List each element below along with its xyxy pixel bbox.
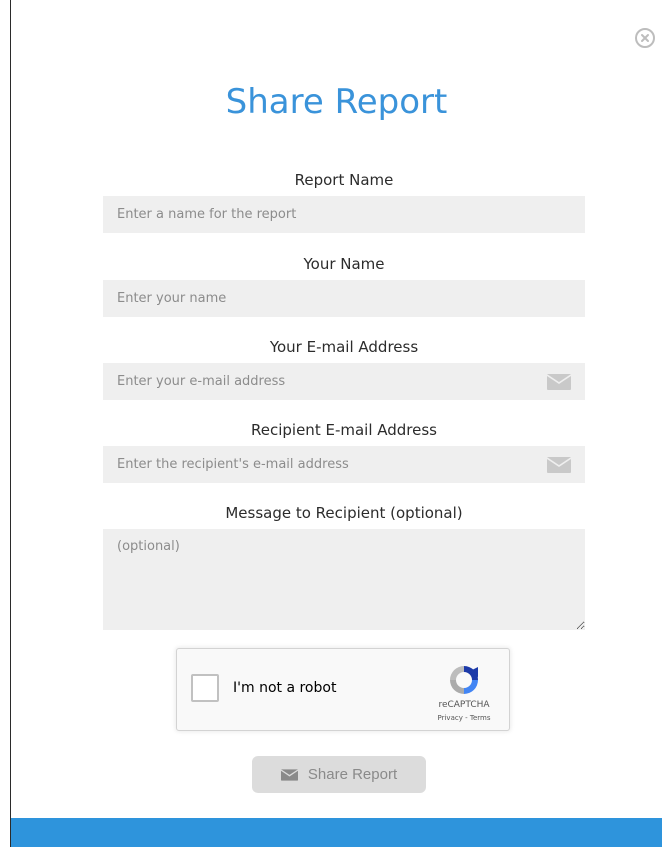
left-edge xyxy=(0,0,11,847)
recipient-email-input[interactable] xyxy=(103,446,585,483)
your-name-input[interactable] xyxy=(103,280,585,317)
close-button[interactable] xyxy=(635,28,655,48)
your-name-label: Your Name xyxy=(303,255,385,273)
share-report-dialog: Share Report Report Name Your Name Your … xyxy=(0,0,662,847)
your-email-input[interactable] xyxy=(103,363,585,400)
recaptcha-widget: I'm not a robot reCAPTCHA Privacy - Term… xyxy=(176,648,510,731)
close-circle-icon xyxy=(641,34,649,42)
dialog-title: Share Report xyxy=(225,82,448,122)
recaptcha-logo-icon xyxy=(450,666,478,694)
recaptcha-terms-link[interactable]: Terms xyxy=(470,714,491,722)
envelope-icon xyxy=(547,457,571,473)
envelope-icon xyxy=(547,374,571,390)
envelope-icon xyxy=(280,768,298,781)
share-report-button-label: Share Report xyxy=(307,766,398,783)
your-email-label: Your E-mail Address xyxy=(269,338,419,356)
report-name-input[interactable] xyxy=(103,196,585,233)
recaptcha-privacy-link[interactable]: Privacy xyxy=(438,714,463,722)
recaptcha-links-separator: - xyxy=(462,714,470,722)
recaptcha-label: I'm not a robot xyxy=(233,680,337,696)
message-label: Message to Recipient (optional) xyxy=(225,504,463,522)
report-name-label: Report Name xyxy=(294,171,394,189)
footer-bar xyxy=(11,818,662,847)
top-edge xyxy=(0,0,662,4)
recaptcha-brand: reCAPTCHA xyxy=(438,700,490,710)
recaptcha-links: Privacy - Terms xyxy=(423,714,505,722)
recaptcha-checkbox[interactable] xyxy=(191,674,219,702)
share-report-button[interactable]: Share Report xyxy=(252,756,426,793)
recipient-email-label: Recipient E-mail Address xyxy=(251,421,437,439)
message-textarea[interactable] xyxy=(103,529,585,630)
